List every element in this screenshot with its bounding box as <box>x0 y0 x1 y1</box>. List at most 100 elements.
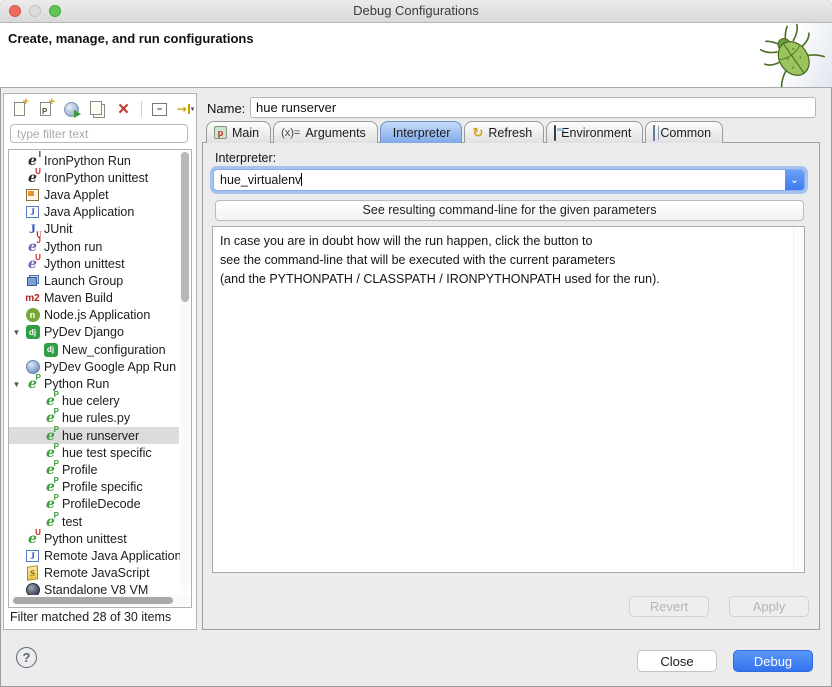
tree-item-maven-build[interactable]: m2Maven Build <box>9 290 179 307</box>
interpreter-label: Interpreter: <box>215 151 276 165</box>
tab-common[interactable]: Common <box>645 121 723 143</box>
tree-item-java-application[interactable]: JJava Application <box>9 204 179 221</box>
header-title: Create, manage, and run configurations <box>8 31 254 46</box>
info-text-area[interactable]: In case you are in doubt how will the ru… <box>212 226 805 573</box>
tree-item-label: test <box>59 515 82 529</box>
filter-status: Filter matched 28 of 30 items <box>10 610 171 624</box>
environment-tab-icon <box>554 126 556 140</box>
interpreter-combo[interactable]: hue_virtualenv ⌄ <box>213 169 805 191</box>
tab-interpreter[interactable]: Interpreter <box>380 121 463 143</box>
new-configuration-icon[interactable] <box>8 99 31 119</box>
tree-item-label: ProfileDecode <box>59 497 141 511</box>
ironpython-unittest-icon: eU <box>24 170 41 186</box>
tab-main[interactable]: pMain <box>206 121 271 143</box>
tree-item-label: Maven Build <box>41 291 113 305</box>
collapse-all-icon[interactable]: − <box>148 99 171 119</box>
tab-label: Refresh <box>488 126 532 140</box>
tree-item-label: Python unittest <box>41 532 127 546</box>
tree-item-python-unittest[interactable]: eUPython unittest <box>9 530 179 547</box>
django-icon: dj <box>24 324 41 340</box>
remote-js-icon: S <box>24 565 41 581</box>
name-input[interactable] <box>250 97 816 118</box>
interpreter-tab-panel: Interpreter: hue_virtualenv ⌄ See result… <box>202 142 820 630</box>
info-scrollbar[interactable] <box>793 228 803 571</box>
export-configurations-icon[interactable] <box>60 99 83 119</box>
tree-item-new-configuration[interactable]: djNew_configuration <box>9 341 179 358</box>
tree-item-label: Launch Group <box>41 274 123 288</box>
tree-item-label: hue celery <box>59 394 120 408</box>
tree-item-ironpython-unittest[interactable]: eUIronPython unittest <box>9 169 179 186</box>
tree-item-label: Jython run <box>41 240 102 254</box>
bug-icon <box>744 23 832 87</box>
tree-item-label: Node.js Application <box>41 308 150 322</box>
tree-item-java-applet[interactable]: Java Applet <box>9 186 179 203</box>
window-title: Debug Configurations <box>0 3 832 18</box>
tree-item-hue-rules-py[interactable]: ePhue rules.py <box>9 410 179 427</box>
tree-item-launch-group[interactable]: Launch Group <box>9 272 179 289</box>
tab-label: Arguments <box>305 126 365 140</box>
expander-icon[interactable]: ▼ <box>9 328 24 337</box>
tree-item-profile[interactable]: ePProfile <box>9 461 179 478</box>
jython-unittest-icon: eU <box>24 256 41 272</box>
tree-item-label: Jython unittest <box>41 257 125 271</box>
tab-refresh[interactable]: ↻Refresh <box>464 121 544 143</box>
tab-label: Interpreter <box>393 126 451 140</box>
tree-horizontal-scrollbar[interactable] <box>10 595 190 606</box>
remote-java-icon: J <box>24 548 41 564</box>
filter-icon[interactable]: →▾ <box>174 99 197 119</box>
interpreter-combo-value: hue_virtualenv <box>214 173 785 187</box>
tree-item-python-run[interactable]: ▼ePPython Run <box>9 375 179 392</box>
help-button[interactable]: ? <box>16 647 37 668</box>
launch-group-icon <box>24 273 41 289</box>
arguments-tab-icon: (x)= <box>281 127 300 139</box>
tab-strip: pMain (x)= Arguments Interpreter ↻RefreshEnv… <box>206 121 723 143</box>
tab-arguments[interactable]: (x)= Arguments <box>273 121 378 143</box>
dialog-header: Create, manage, and run configurations <box>0 23 832 88</box>
new-prototype-icon[interactable] <box>34 99 57 119</box>
configurations-tree: eIIronPython RuneUIronPython unittestJav… <box>8 149 192 608</box>
configurations-toolbar: ✕−→▾ <box>8 97 197 121</box>
tree-item-pydev-google-app-run[interactable]: PyDev Google App Run <box>9 358 179 375</box>
tab-label: Common <box>660 126 711 140</box>
tree-item-jython-unittest[interactable]: eUJython unittest <box>9 255 179 272</box>
tree-item-label: JUnit <box>41 222 72 236</box>
python-run-icon: eP <box>24 376 41 392</box>
delete-icon[interactable]: ✕ <box>112 99 135 119</box>
tree-item-label: IronPython Run <box>41 154 131 168</box>
info-line: In case you are in doubt how will the ru… <box>220 232 804 251</box>
info-line: see the command-line that will be execut… <box>220 251 804 270</box>
tree-item-label: PyDev Django <box>41 325 124 339</box>
tree-item-hue-runserver[interactable]: ePhue runserver <box>9 427 179 444</box>
tree-item-label: Profile specific <box>59 480 143 494</box>
nodejs-icon: n <box>24 307 41 323</box>
filter-input[interactable] <box>10 124 188 143</box>
debug-button[interactable]: Debug <box>733 650 813 672</box>
tree-item-label: Python Run <box>41 377 109 391</box>
tree-item-hue-test-specific[interactable]: ePhue test specific <box>9 444 179 461</box>
tree-item-label: Profile <box>59 463 97 477</box>
tree-item-remote-javascript[interactable]: SRemote JavaScript <box>9 565 179 582</box>
tree-item-pydev-django[interactable]: ▼djPyDev Django <box>9 324 179 341</box>
duplicate-icon[interactable] <box>86 99 109 119</box>
tab-environment[interactable]: Environment <box>546 121 643 143</box>
tree-item-profile-specific[interactable]: ePProfile specific <box>9 479 179 496</box>
apply-button[interactable]: Apply <box>729 596 809 617</box>
tree-item-hue-celery[interactable]: ePhue celery <box>9 393 179 410</box>
django-config-icon: dj <box>42 342 59 358</box>
debug-configurations-dialog: Debug Configurations Create, manage, and… <box>0 0 832 687</box>
tree-item-label: Remote Java Application <box>41 549 182 563</box>
title-bar: Debug Configurations <box>0 0 832 23</box>
tree-item-profiledecode[interactable]: ePProfileDecode <box>9 496 179 513</box>
combo-dropdown-icon[interactable]: ⌄ <box>785 170 804 190</box>
expander-icon[interactable]: ▼ <box>9 380 24 389</box>
revert-button[interactable]: Revert <box>629 596 709 617</box>
info-line: (and the PYTHONPATH / CLASSPATH / IRONPY… <box>220 270 804 289</box>
tree-item-node-js-application[interactable]: nNode.js Application <box>9 307 179 324</box>
close-button[interactable]: Close <box>637 650 717 672</box>
see-command-line-button[interactable]: See resulting command-line for the given… <box>215 200 804 221</box>
tree-item-junit[interactable]: JUJUnit <box>9 221 179 238</box>
python-unittest-icon: eU <box>24 531 41 547</box>
tree-item-remote-java-application[interactable]: JRemote Java Application <box>9 547 179 564</box>
tree-item-label: hue test specific <box>59 446 152 460</box>
tree-vertical-scrollbar[interactable] <box>180 151 190 591</box>
